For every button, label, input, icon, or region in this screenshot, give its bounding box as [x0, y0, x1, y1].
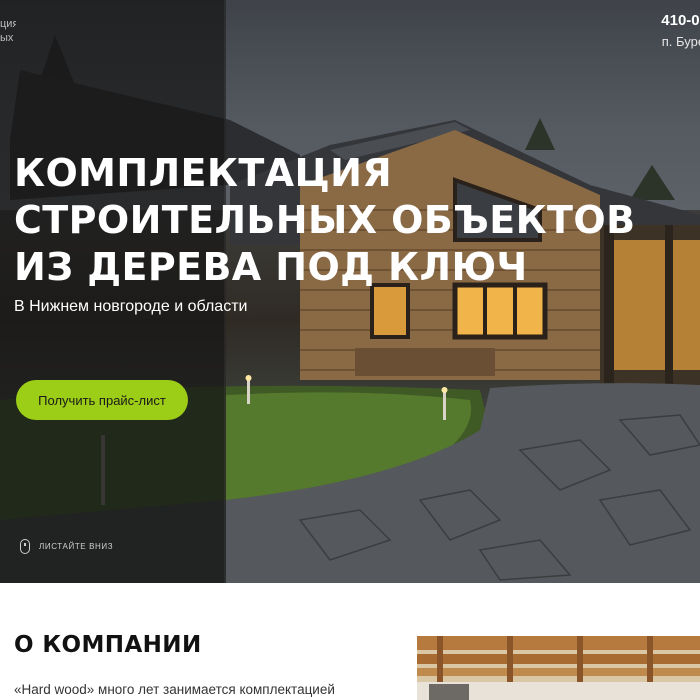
hero-title-line: Комплектация — [14, 151, 393, 195]
scroll-down-label: ЛИСТАЙТЕ ВНИЗ — [39, 542, 114, 551]
about-description: «Hard wood» много лет занимается комплек… — [14, 682, 335, 697]
panel-divider — [224, 0, 226, 583]
mouse-icon — [20, 539, 30, 554]
hero-title: Комплектация строительных объектов из де… — [14, 150, 635, 291]
hero-subtitle: В Нижнем новгороде и области — [14, 298, 248, 315]
brand-tagline-line: ых — [0, 32, 14, 44]
hero-dark-panel — [0, 0, 226, 583]
hero-title-line: из дерева под ключ — [14, 245, 528, 289]
header-address: п. Бурев — [661, 34, 700, 49]
hero-section: ция ых 410-02 п. Бурев Комплектация стро… — [0, 0, 700, 583]
header-phone-link[interactable]: 410-02 — [661, 12, 700, 29]
about-photo — [417, 636, 700, 700]
about-photo-image — [417, 636, 700, 700]
about-section-title: О КОМПАНИИ — [14, 632, 202, 658]
scroll-down-hint[interactable]: ЛИСТАЙТЕ ВНИЗ — [20, 539, 113, 554]
brand-tagline: ция ых — [0, 17, 16, 45]
brand-tagline-line: ция — [0, 18, 16, 30]
hero-title-line: строительных объектов — [14, 198, 636, 242]
get-price-list-button[interactable]: Получить прайс-лист — [16, 380, 188, 420]
